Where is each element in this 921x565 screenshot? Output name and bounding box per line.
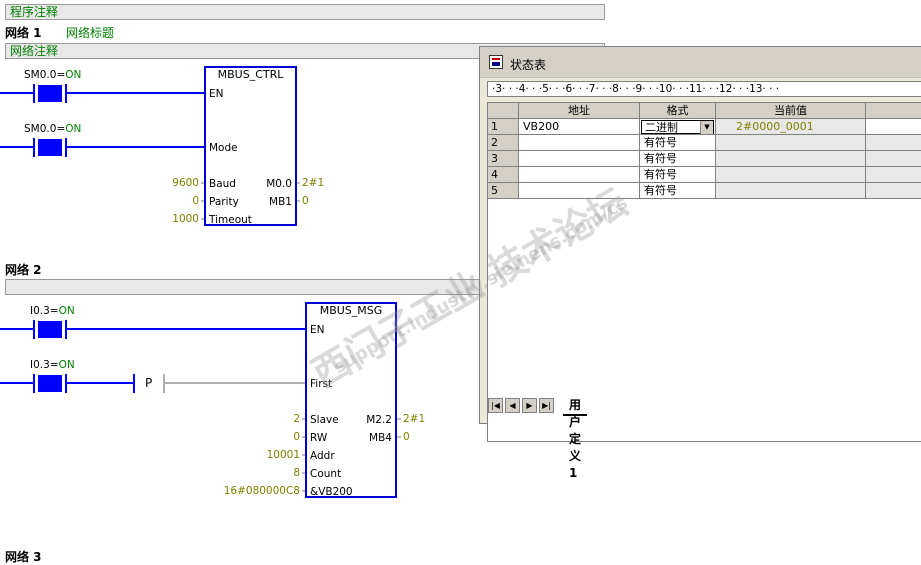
done-value[interactable]: 2#1 <box>302 177 324 189</box>
format-dropdown-value: 二进制 <box>645 121 678 134</box>
current-value-cell <box>716 167 866 183</box>
current-value-cell <box>716 183 866 199</box>
prev-tab-icon[interactable]: ◀ <box>505 398 520 413</box>
pcontact-label: P <box>145 376 153 390</box>
first-tab-icon[interactable]: |◀ <box>488 398 503 413</box>
current-value-cell <box>716 135 866 151</box>
baud-value[interactable]: 9600 <box>172 177 199 189</box>
format-cell[interactable]: 有符号 <box>640 135 716 151</box>
format-cell[interactable]: 二进制 ▼ <box>640 119 716 135</box>
pin-done: M2.2 <box>366 414 392 426</box>
pin-addr: Addr <box>310 450 335 462</box>
current-value-cell: 2#0000_0001 <box>716 119 866 135</box>
header-current-value[interactable]: 当前值 <box>716 103 866 119</box>
rw-value[interactable]: 0 <box>293 431 300 443</box>
row-number[interactable]: 5 <box>488 183 519 199</box>
row-number[interactable]: 4 <box>488 167 519 183</box>
header-new-value[interactable] <box>866 103 921 119</box>
network1-contact2-label: SM0.0=ON <box>24 123 82 135</box>
pin-count: Count <box>310 468 342 480</box>
chevron-down-icon[interactable]: ▼ <box>700 121 713 134</box>
contact-address: SM0.0 <box>24 69 57 81</box>
mbus-ctrl-title: MBUS_CTRL <box>217 68 284 81</box>
last-tab-icon[interactable]: ▶| <box>539 398 554 413</box>
format-dropdown[interactable]: 二进制 ▼ <box>641 120 714 134</box>
tab-user-defined-1[interactable]: 用户定义1 <box>563 397 588 480</box>
addr-value[interactable]: 10001 <box>267 449 300 461</box>
contact-state: ON <box>58 305 75 317</box>
pin-rw: RW <box>310 432 328 444</box>
new-value-cell[interactable] <box>866 119 921 135</box>
row-number[interactable]: 1 <box>488 119 519 135</box>
pin-en: EN <box>209 88 224 100</box>
pin-en: EN <box>310 324 325 336</box>
contact-state: ON <box>65 69 82 81</box>
contact-state: ON <box>65 123 82 135</box>
corner-cell <box>488 103 519 119</box>
new-value-cell[interactable] <box>866 167 921 183</box>
network2-contact2-icon <box>33 374 67 393</box>
address-cell[interactable] <box>519 151 640 167</box>
error-value[interactable]: 0 <box>403 431 410 443</box>
dataptr-value[interactable]: 16#080000C8 <box>224 485 300 497</box>
pin-slave: Slave <box>310 414 339 426</box>
pin-timeout: Timeout <box>209 214 252 226</box>
network2-contact1-label: I0.3=ON <box>30 305 75 317</box>
contact-address: I0.3 <box>30 305 50 317</box>
status-table-icon <box>489 55 503 69</box>
slave-value[interactable]: 2 <box>293 413 300 425</box>
current-value-cell <box>716 151 866 167</box>
row-number[interactable]: 2 <box>488 135 519 151</box>
pin-status: MB1 <box>269 196 292 208</box>
column-ruler: ·3· · ·4· · ·5· · ·6· · ·7· · ·8· · ·9· … <box>487 81 921 97</box>
contact-address: I0.3 <box>30 359 50 371</box>
network3-title[interactable]: 网络 3 <box>5 548 42 565</box>
mbus-ctrl-block[interactable]: MBUS_CTRL EN Mode Baud Parity Timeout M0… <box>204 66 297 226</box>
status-value[interactable]: 0 <box>302 195 309 207</box>
new-value-cell[interactable] <box>866 151 921 167</box>
pin-mode: Mode <box>209 142 238 154</box>
pin-baud: Baud <box>209 178 236 190</box>
network2-contact1-icon <box>33 320 67 339</box>
network2-contact2-label: I0.3=ON <box>30 359 75 371</box>
header-address[interactable]: 地址 <box>519 103 640 119</box>
done-value[interactable]: 2#1 <box>403 413 425 425</box>
window-title-bar[interactable]: 状态表 <box>480 47 921 78</box>
timeout-value[interactable]: 1000 <box>172 213 199 225</box>
network1-contact2-icon <box>33 138 67 157</box>
status-grid[interactable]: 地址 格式 当前值 1 VB200 二进制 ▼ 2#0000_0001 2 有符… <box>487 102 921 442</box>
pin-parity: Parity <box>209 196 239 208</box>
address-cell[interactable] <box>519 167 640 183</box>
network1-contact1-label: SM0.0=ON <box>24 69 82 81</box>
new-value-cell[interactable] <box>866 135 921 151</box>
pin-done: M0.0 <box>266 178 292 190</box>
window-title: 状态表 <box>510 58 547 72</box>
header-format[interactable]: 格式 <box>640 103 716 119</box>
pin-error: MB4 <box>369 432 392 444</box>
new-value-cell[interactable] <box>866 183 921 199</box>
pin-dataptr: &VB200 <box>310 486 353 498</box>
next-tab-icon[interactable]: ▶ <box>522 398 537 413</box>
network2-title[interactable]: 网络 2 <box>5 261 42 278</box>
row-number[interactable]: 3 <box>488 151 519 167</box>
format-cell[interactable]: 有符号 <box>640 151 716 167</box>
address-cell[interactable]: VB200 <box>519 119 640 135</box>
format-cell[interactable]: 有符号 <box>640 167 716 183</box>
network1-contact1-icon <box>33 84 67 103</box>
address-cell[interactable] <box>519 135 640 151</box>
contact-address: SM0.0 <box>24 123 57 135</box>
format-cell[interactable]: 有符号 <box>640 183 716 199</box>
count-value[interactable]: 8 <box>293 467 300 479</box>
contact-state: ON <box>58 359 75 371</box>
parity-value[interactable]: 0 <box>192 195 199 207</box>
